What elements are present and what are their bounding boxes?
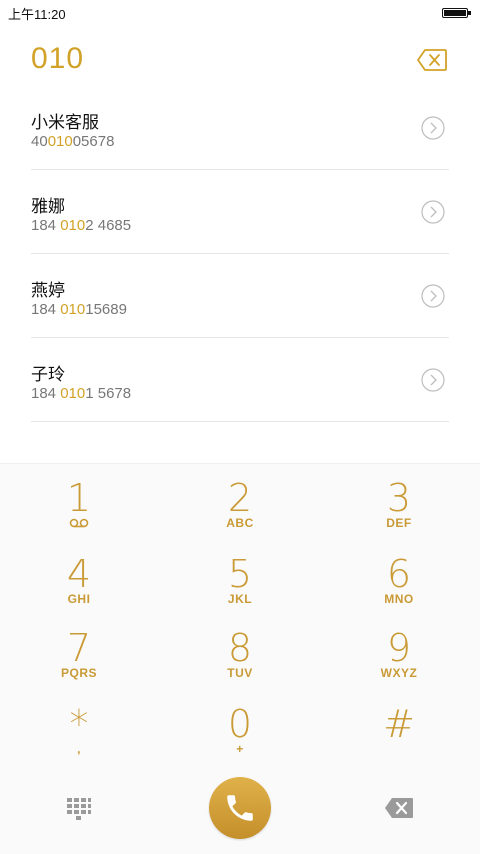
chevron-right-circle-icon xyxy=(421,368,445,392)
dialed-number: 010 xyxy=(31,42,85,75)
status-bar: 上午11:20 xyxy=(0,0,480,26)
key-3[interactable]: 3 DEF xyxy=(344,478,454,552)
key-digit: * xyxy=(69,702,89,746)
key-digit: 1 xyxy=(66,476,92,520)
contact-name: 小米客服 xyxy=(31,113,99,132)
phone-match-highlight: 010 xyxy=(60,385,86,402)
key-digit: 4 xyxy=(66,552,92,596)
key-digit: 8 xyxy=(227,626,253,670)
backspace-outline-icon xyxy=(417,49,447,71)
key-1[interactable]: 1 xyxy=(24,478,134,552)
key-star[interactable]: * , xyxy=(24,704,134,778)
contact-name: 雅娜 xyxy=(31,197,65,216)
key-letters: PQRS xyxy=(60,666,97,680)
key-hash[interactable]: # xyxy=(344,704,454,778)
key-digit: 7 xyxy=(66,626,92,670)
dialpad-grid-icon xyxy=(67,798,91,820)
chevron-right-circle-icon xyxy=(421,200,445,224)
phone-match-highlight: 010 xyxy=(60,217,86,234)
toggle-dialpad-button[interactable] xyxy=(66,795,92,821)
contact-item[interactable]: 燕婷 184 01015689 xyxy=(31,254,449,338)
key-2[interactable]: 2 ABC xyxy=(185,478,295,552)
contact-name: 子玲 xyxy=(31,365,65,384)
status-time: 上午11:20 xyxy=(8,6,66,22)
contact-detail-button[interactable] xyxy=(421,116,445,140)
contact-phone: 4001005678 xyxy=(31,133,115,150)
key-letters: + xyxy=(236,742,244,756)
key-digit: 6 xyxy=(386,552,412,596)
key-4[interactable]: 4 GHI xyxy=(24,554,134,628)
phone-match-highlight: 010 xyxy=(60,301,86,318)
contact-item[interactable]: 小米客服 4001005678 xyxy=(31,86,449,170)
key-digit: # xyxy=(383,702,415,746)
contact-detail-button[interactable] xyxy=(421,368,445,392)
key-letters: , xyxy=(77,742,81,756)
key-digit: 5 xyxy=(227,552,253,596)
number-display-row: 010 xyxy=(0,36,480,88)
battery-icon xyxy=(442,8,471,18)
key-8[interactable]: 8 TUV xyxy=(185,628,295,702)
key-0[interactable]: 0 + xyxy=(185,704,295,778)
key-letters: GHI xyxy=(67,592,91,606)
phone-match-highlight: 010 xyxy=(47,133,73,150)
key-letters: DEF xyxy=(386,516,412,530)
key-digit: 0 xyxy=(227,702,253,746)
contact-detail-button[interactable] xyxy=(421,284,445,308)
key-letters: TUV xyxy=(227,666,253,680)
call-button[interactable] xyxy=(209,777,271,839)
phone-icon xyxy=(227,795,253,821)
key-digit: 3 xyxy=(386,476,412,520)
key-7[interactable]: 7 PQRS xyxy=(24,628,134,702)
key-9[interactable]: 9 WXYZ xyxy=(344,628,454,702)
key-letters: MNO xyxy=(384,592,414,606)
contact-item[interactable]: 雅娜 184 0102 4685 xyxy=(31,170,449,254)
contact-phone: 184 0101 5678 xyxy=(31,385,132,402)
key-digit: 9 xyxy=(386,626,412,670)
contact-name: 燕婷 xyxy=(31,281,65,300)
key-letters: ABC xyxy=(226,516,254,530)
delete-digit-button[interactable] xyxy=(384,797,414,819)
backspace-filled-icon xyxy=(385,798,413,818)
chevron-right-circle-icon xyxy=(421,284,445,308)
contact-match-list: 小米客服 4001005678 雅娜 184 0102 4685 燕婷 184 … xyxy=(0,86,480,422)
contact-phone: 184 01015689 xyxy=(31,301,127,318)
key-6[interactable]: 6 MNO xyxy=(344,554,454,628)
contact-phone: 184 0102 4685 xyxy=(31,217,132,234)
chevron-right-circle-icon xyxy=(421,116,445,140)
key-letters: WXYZ xyxy=(380,666,418,680)
key-letters: JKL xyxy=(227,592,253,606)
contact-item[interactable]: 子玲 184 0101 5678 xyxy=(31,338,449,422)
contact-detail-button[interactable] xyxy=(421,200,445,224)
clear-number-button[interactable] xyxy=(416,48,448,72)
key-digit: 2 xyxy=(227,476,253,520)
key-5[interactable]: 5 JKL xyxy=(185,554,295,628)
dialer-action-bar xyxy=(0,775,480,845)
